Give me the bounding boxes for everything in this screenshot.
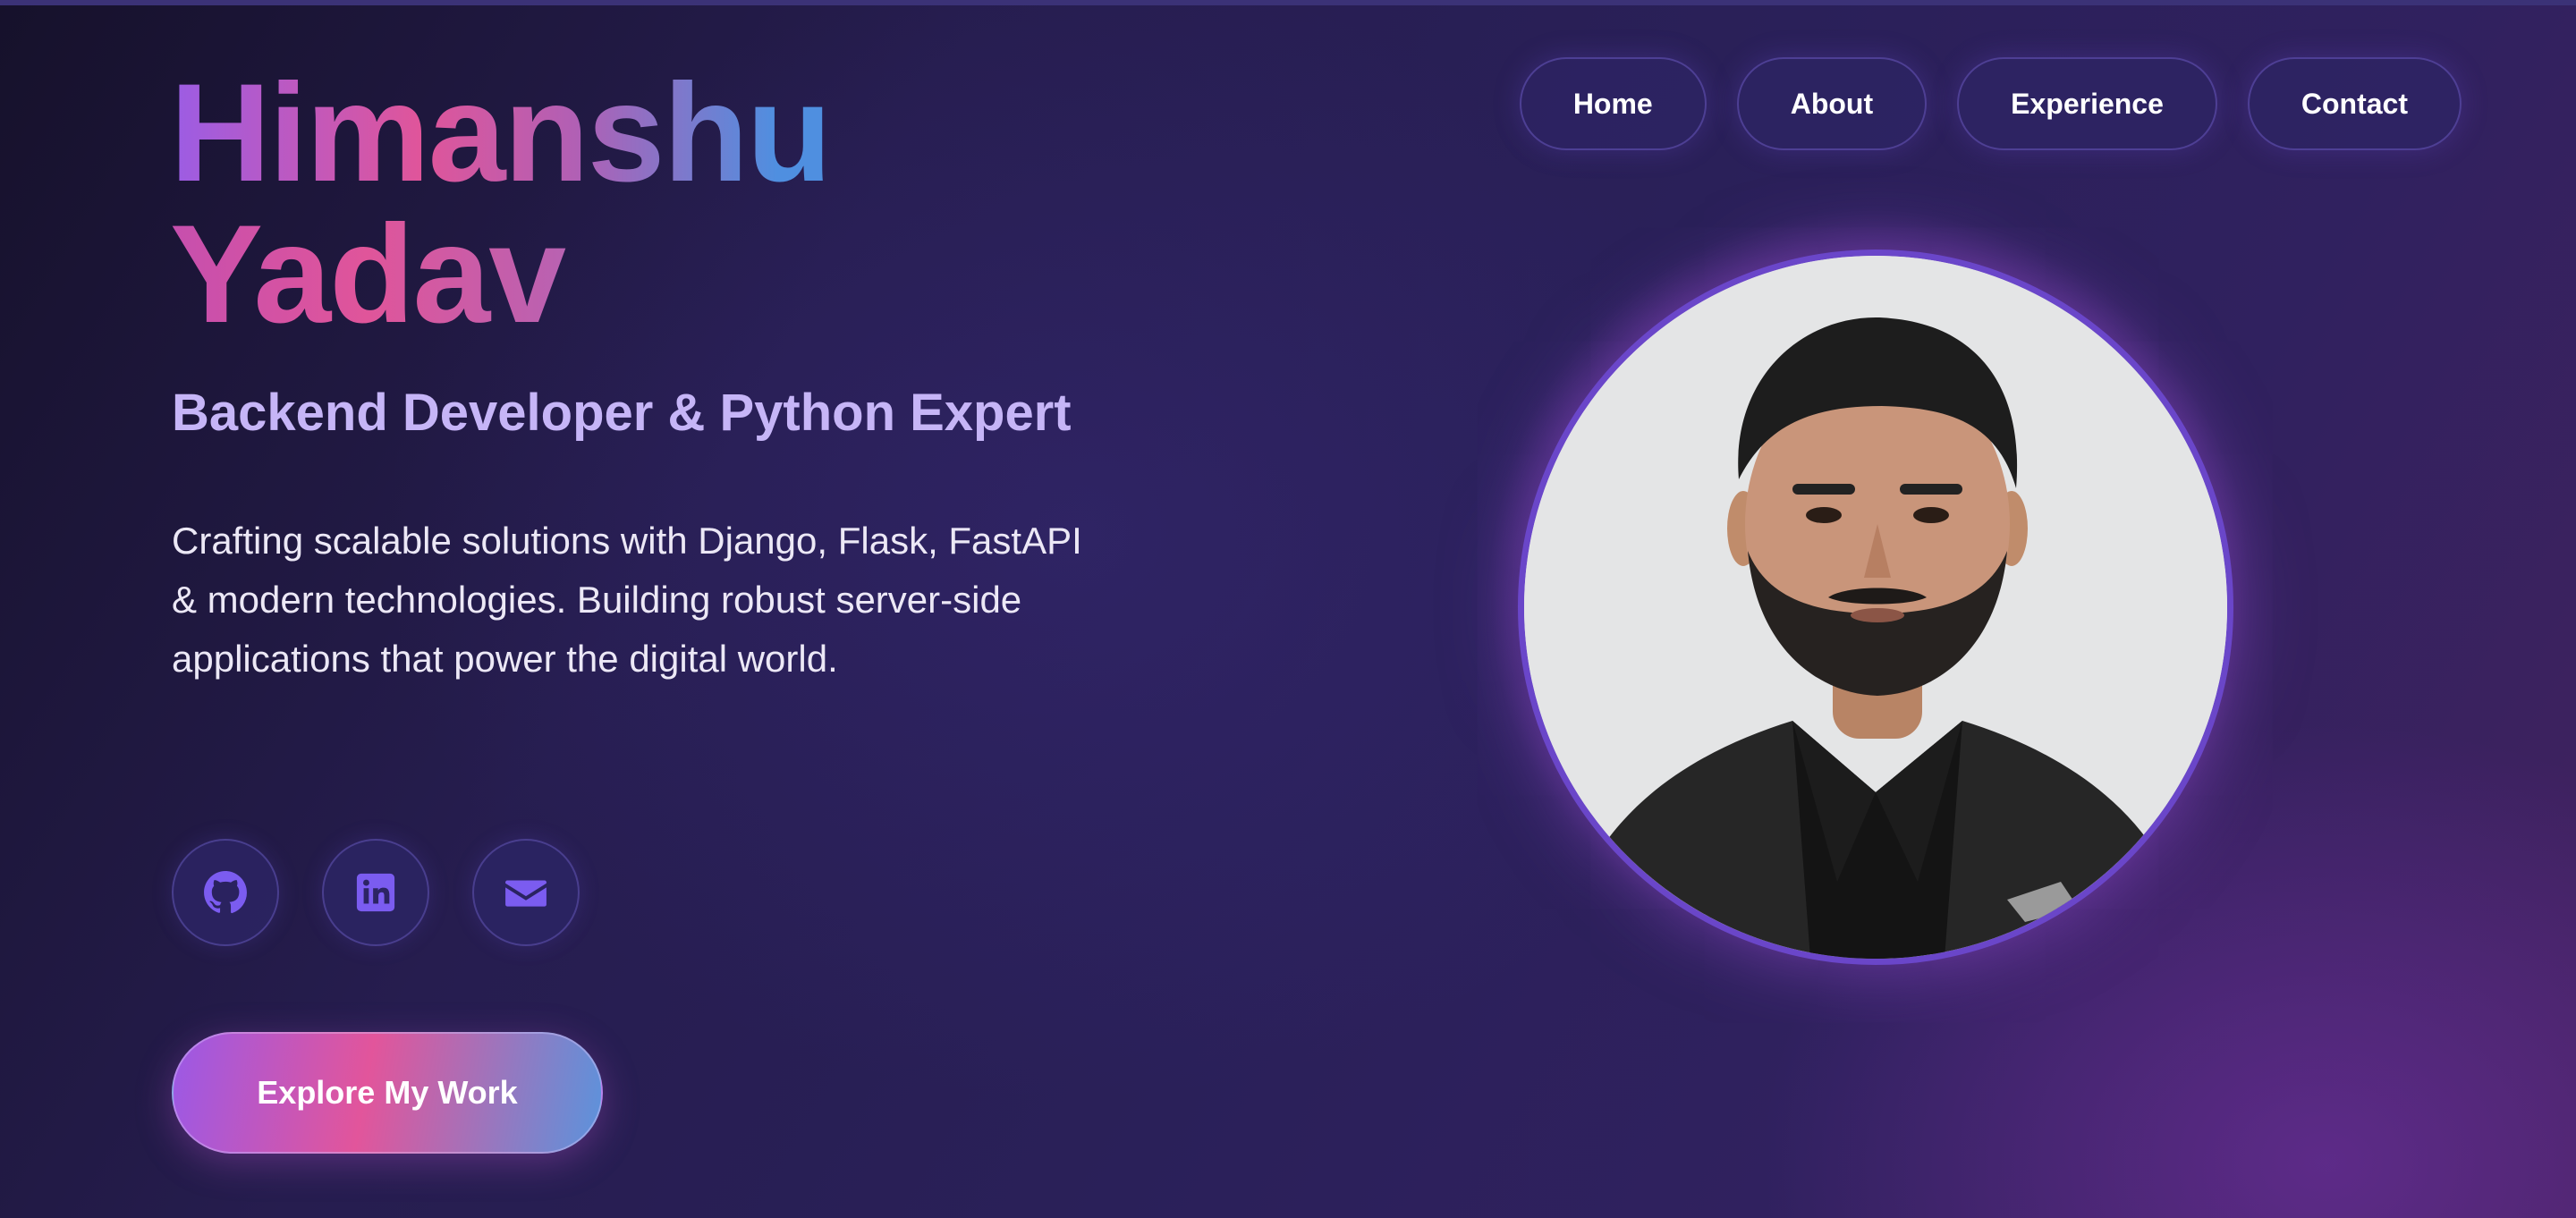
linkedin-button[interactable] bbox=[322, 839, 429, 946]
linkedin-icon bbox=[356, 873, 395, 912]
top-border-strip bbox=[0, 0, 2576, 5]
hero-name-first: Himanshu bbox=[170, 55, 832, 211]
github-button[interactable] bbox=[172, 839, 279, 946]
nav-about-button[interactable]: About bbox=[1736, 57, 1928, 150]
social-links bbox=[172, 839, 580, 946]
github-icon bbox=[204, 871, 247, 914]
nav-experience-button[interactable]: Experience bbox=[1957, 57, 2217, 150]
hero-name-last: Yadav bbox=[170, 204, 830, 345]
profile-photo bbox=[1518, 250, 2233, 965]
mail-icon bbox=[505, 880, 547, 907]
hero-name: Himanshu Yadav bbox=[170, 55, 832, 345]
hero-description: Crafting scalable solutions with Django,… bbox=[172, 520, 1082, 680]
hero-subtitle: Backend Developer & Python Expert bbox=[172, 384, 1072, 442]
email-button[interactable] bbox=[472, 839, 580, 946]
explore-work-button[interactable]: Explore My Work bbox=[172, 1032, 603, 1154]
profile-portrait-illustration bbox=[1524, 256, 2227, 959]
nav-contact-button[interactable]: Contact bbox=[2247, 57, 2462, 150]
nav-home-button[interactable]: Home bbox=[1519, 57, 1707, 150]
main-nav: Home About Experience Contact bbox=[1519, 57, 2462, 150]
